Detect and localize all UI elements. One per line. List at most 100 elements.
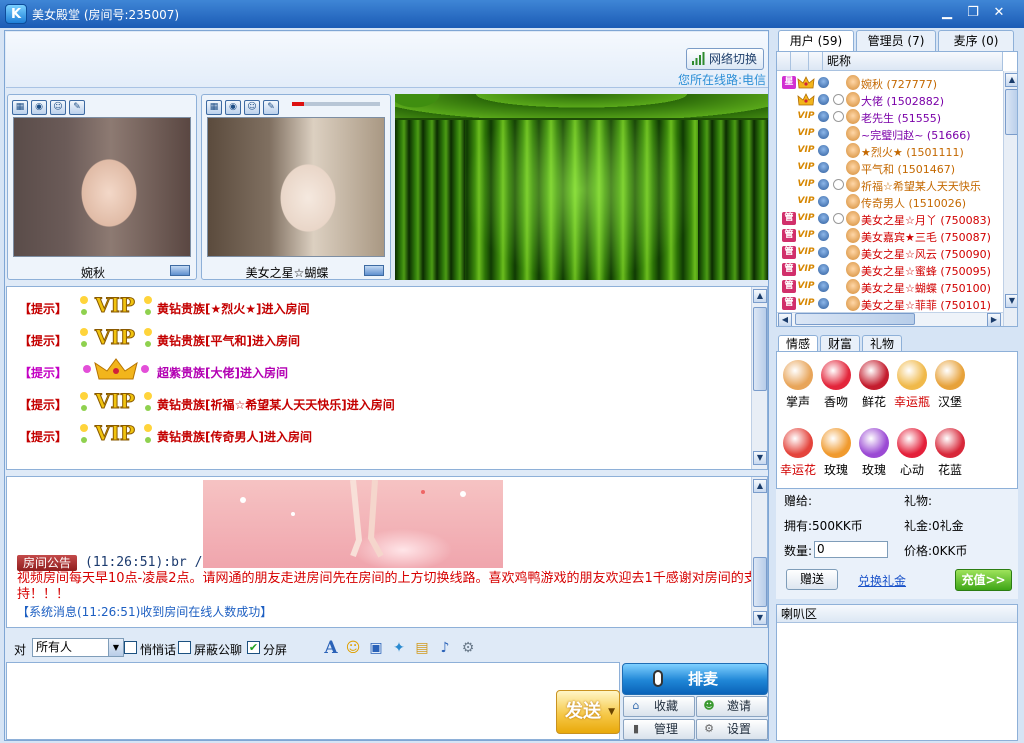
tab-admins[interactable]: 管理员 (7): [856, 30, 936, 51]
user-list-scrollbar[interactable]: ▲ ▼: [1003, 71, 1017, 326]
sound-icon[interactable]: ♪: [436, 639, 454, 657]
chat-target-select[interactable]: 所有人 ▼: [32, 638, 124, 657]
quantity-input[interactable]: 0: [814, 541, 888, 558]
user-row[interactable]: 管 VIP 美女之星☆菲菲 (750101): [777, 295, 1003, 312]
camera-status-icon: [818, 111, 829, 122]
gift-item[interactable]: 掌声: [779, 360, 817, 412]
column-nickname[interactable]: 昵称: [823, 52, 1003, 71]
gift-item[interactable]: 玫瑰: [855, 428, 893, 480]
layout-icon[interactable]: ▦: [12, 100, 28, 115]
video-feed-1[interactable]: [13, 117, 191, 257]
gift-item[interactable]: 香吻: [817, 360, 855, 412]
message-tag: 【提示】: [19, 302, 68, 316]
user-row[interactable]: 大佬 (1502882): [777, 91, 1003, 108]
gift-item[interactable]: 玫瑰: [817, 428, 855, 480]
avatar: [846, 245, 860, 260]
minimize-button[interactable]: ▁: [936, 4, 958, 22]
scroll-up-button[interactable]: ▲: [753, 479, 767, 493]
scroll-right-button[interactable]: ▶: [987, 313, 1001, 326]
user-list-hscroll[interactable]: ◀ ▶: [777, 312, 1003, 326]
user-row[interactable]: 星 婉秋 (727777): [777, 74, 1003, 91]
main-stage-video[interactable]: [395, 94, 768, 280]
avatar: [846, 194, 860, 209]
user-row[interactable]: VIP 传奇男人 (1510026): [777, 193, 1003, 210]
scroll-thumb[interactable]: [1005, 89, 1017, 135]
user-row[interactable]: 管 VIP 美女之星☆蝴蝶 (750100): [777, 278, 1003, 295]
message-scrollbar[interactable]: ▲ ▼: [751, 287, 767, 469]
send-dropdown-icon[interactable]: ▼: [608, 691, 615, 733]
close-button[interactable]: ✕: [988, 4, 1010, 22]
vip-icon: VIP: [797, 247, 815, 257]
queue-mic-button[interactable]: 排麦: [622, 663, 768, 695]
chat-scrollbar[interactable]: ▲ ▼: [751, 477, 767, 627]
user-row[interactable]: 管 VIP 美女之星☆风云 (750090): [777, 244, 1003, 261]
scroll-up-button[interactable]: ▲: [1005, 73, 1017, 87]
network-switch-button[interactable]: 网络切换: [686, 48, 764, 70]
gift-grid: 掌声 香吻 鲜花 幸运瓶 汉堡幸运花 玫瑰 玫瑰 心动 花蓝: [776, 351, 1018, 489]
tab-gifts[interactable]: 礼物: [862, 335, 902, 352]
give-gift-button[interactable]: 赠送: [786, 569, 838, 590]
scroll-left-button[interactable]: ◀: [778, 313, 792, 326]
scroll-thumb[interactable]: [753, 557, 767, 607]
user-row[interactable]: VIP 祈福☆希望某人天天快乐: [777, 176, 1003, 193]
whisper-checkbox[interactable]: [124, 641, 137, 654]
column-cam[interactable]: [809, 52, 823, 71]
column-rank[interactable]: [777, 52, 791, 71]
camera-icon[interactable]: ◉: [31, 100, 47, 115]
scroll-down-button[interactable]: ▼: [1005, 294, 1017, 308]
video-menu-dropdown-1[interactable]: [170, 265, 190, 276]
scroll-up-button[interactable]: ▲: [753, 289, 767, 303]
split-screen-checkbox[interactable]: ✔: [247, 641, 260, 654]
camera-icon[interactable]: ◉: [225, 100, 241, 115]
user-icon[interactable]: ☺: [50, 100, 66, 115]
user-row[interactable]: VIP 老先生 (51555): [777, 108, 1003, 125]
message-input[interactable]: [6, 662, 620, 740]
invite-button[interactable]: ☻ 邀请: [696, 696, 768, 717]
user-icon[interactable]: ☺: [244, 100, 260, 115]
favorite-button[interactable]: ⌂ 收藏: [623, 696, 695, 717]
user-row[interactable]: VIP 平气和 (1501467): [777, 159, 1003, 176]
tool-icon[interactable]: ✎: [263, 100, 279, 115]
user-row[interactable]: VIP ~完璧归赵~ (51666): [777, 125, 1003, 142]
gift-item[interactable]: 汉堡: [931, 360, 969, 412]
gift-item[interactable]: 鲜花: [855, 360, 893, 412]
scroll-thumb[interactable]: [753, 307, 767, 391]
manage-button[interactable]: ▮ 管理: [623, 719, 695, 740]
send-button[interactable]: 发送 ▼: [556, 690, 620, 734]
layout-icon[interactable]: ▦: [206, 100, 222, 115]
effects-icon[interactable]: ✦: [390, 639, 408, 657]
tab-wealth[interactable]: 财富: [820, 335, 860, 352]
picture-icon[interactable]: ▣: [367, 639, 385, 657]
gift-item[interactable]: 幸运瓶: [893, 360, 931, 412]
video-feed-2[interactable]: [207, 117, 385, 257]
tab-emotion[interactable]: 情感: [778, 335, 818, 352]
home-icon: ⌂: [632, 699, 640, 712]
scroll-down-button[interactable]: ▼: [753, 611, 767, 625]
route-info: 您所在线路:电信: [677, 73, 766, 87]
recharge-button[interactable]: 充值>>: [955, 569, 1012, 591]
settings-button[interactable]: ⚙ 设置: [696, 719, 768, 740]
font-icon[interactable]: A: [322, 639, 340, 657]
emoji-icon[interactable]: ☺: [344, 639, 362, 657]
video-name-2: 美女之星☆蝴蝶: [245, 266, 329, 280]
user-row[interactable]: 管 VIP 美女之星☆蜜蜂 (750095): [777, 261, 1003, 278]
tab-mic-queue[interactable]: 麦序 (0): [938, 30, 1014, 51]
gift-item[interactable]: 幸运花: [779, 428, 817, 480]
exchange-gift-money-link[interactable]: 兑换礼金: [858, 572, 906, 589]
column-vip[interactable]: [791, 52, 809, 71]
settings-icon[interactable]: ⚙: [459, 639, 477, 657]
gift-item[interactable]: 花蓝: [931, 428, 969, 480]
gift-item[interactable]: 心动: [893, 428, 931, 480]
user-row[interactable]: 管 VIP 美女嘉宾★三毛 (750087): [777, 227, 1003, 244]
user-row[interactable]: 管 VIP 美女之星☆月丫 (750083): [777, 210, 1003, 227]
tool-icon[interactable]: ✎: [69, 100, 85, 115]
volume-bar[interactable]: [292, 102, 380, 106]
gift-box-icon[interactable]: ▤: [413, 639, 431, 657]
user-row[interactable]: VIP ★烈火★ (1501111): [777, 142, 1003, 159]
tab-users[interactable]: 用户 (59): [778, 30, 854, 52]
hscroll-thumb[interactable]: [795, 313, 915, 325]
maximize-button[interactable]: ❐: [962, 4, 984, 22]
block-public-checkbox[interactable]: [178, 641, 191, 654]
video-menu-dropdown-2[interactable]: [364, 265, 384, 276]
scroll-down-button[interactable]: ▼: [753, 451, 767, 465]
